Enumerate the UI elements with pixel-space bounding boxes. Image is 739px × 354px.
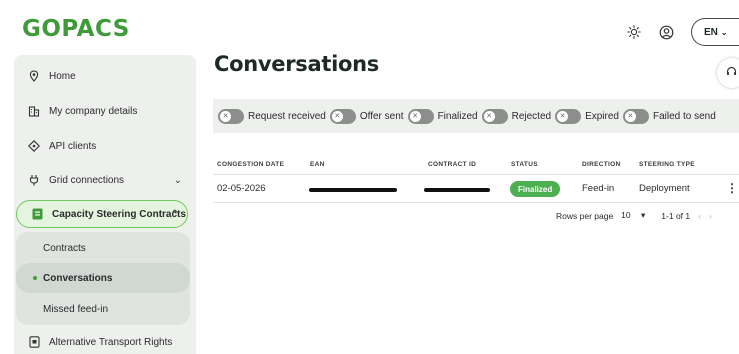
user-circle-icon[interactable] (653, 19, 679, 45)
column-header-steering-type[interactable]: STEERING TYPE (639, 161, 695, 168)
column-header-ean[interactable]: EAN (310, 161, 325, 168)
sidebar-item-label: Capacity Steering Contracts (52, 208, 186, 220)
pagination: Rows per page 10 ▾ 1-1 of 1 ‹ › (556, 210, 720, 221)
language-label: EN (704, 26, 718, 38)
filter-label: Offer sent (359, 110, 404, 122)
topbar-actions: EN ⌄ (621, 18, 739, 46)
column-header-status[interactable]: STATUS (511, 161, 538, 168)
sidebar-item-api-clients[interactable]: API clients (14, 132, 196, 160)
sidebar-item-grid-connections[interactable]: Grid connections ⌄ (14, 166, 196, 194)
sidebar: Home My company details API clients Grid… (14, 55, 196, 354)
active-dot-icon (33, 276, 37, 280)
headset-icon (726, 64, 737, 82)
filter-label: Failed to send (652, 110, 716, 122)
sidebar-item-company-details[interactable]: My company details (14, 97, 196, 125)
filter-finalized[interactable]: ✕ Finalized (407, 108, 478, 124)
rows-per-page-value: 10 (621, 210, 631, 220)
sidebar-item-alternative-transport-rights[interactable]: Alternative Transport Rights (14, 328, 196, 354)
filter-rejected[interactable]: ✕ Rejected (481, 108, 552, 124)
filter-toggle[interactable]: ✕ (622, 108, 649, 124)
sidebar-item-label: My company details (49, 105, 138, 117)
gopacs-logo[interactable]: GOPACS (22, 16, 130, 42)
sun-icon[interactable] (621, 19, 647, 45)
column-header-congestion-date[interactable]: CONGESTION DATE (217, 161, 284, 168)
api-icon (27, 139, 41, 153)
cell-congestion-date: 02-05-2026 (217, 183, 266, 194)
sidebar-subitem-conversations[interactable]: Conversations (16, 263, 190, 293)
table-row[interactable]: 02-05-2026 Finalized Feed-in Deployment … (213, 175, 739, 203)
filter-failed-to-send[interactable]: ✕ Failed to send (622, 108, 716, 124)
chevron-down-icon: ▾ (641, 210, 646, 220)
submenu-capacity-steering: Contracts Conversations Missed feed-in (16, 232, 190, 325)
x-icon: ✕ (331, 110, 343, 122)
more-vertical-icon[interactable]: ⋮ (726, 181, 738, 195)
rows-per-page-select[interactable]: 10 ▾ (621, 210, 653, 221)
rows-per-page-label: Rows per page (556, 210, 614, 221)
x-icon: ✕ (483, 110, 495, 122)
sidebar-subitem-missed-feed-in[interactable]: Missed feed-in (16, 294, 190, 324)
column-header-contract-id[interactable]: CONTRACT ID (428, 161, 476, 168)
sidebar-subitem-label: Missed feed-in (43, 303, 109, 315)
redacted-ean (309, 188, 397, 192)
chevron-right-icon[interactable]: › (709, 211, 712, 221)
contract-icon (30, 207, 44, 221)
chevron-down-icon: ⌄ (720, 27, 728, 37)
chevron-up-icon: ⌃ (170, 208, 179, 220)
help-button[interactable] (717, 58, 739, 88)
sidebar-item-home[interactable]: Home (14, 62, 196, 90)
filter-toggle[interactable]: ✕ (329, 108, 356, 124)
filter-expired[interactable]: ✕ Expired (555, 108, 619, 124)
filter-toggle[interactable]: ✕ (481, 108, 508, 124)
sidebar-subitem-label: Contracts (43, 242, 86, 254)
cell-steering-type: Deployment (639, 183, 690, 194)
sidebar-item-label: Home (49, 70, 76, 82)
x-icon: ✕ (220, 110, 231, 122)
status-filter-bar: ✕ Request received ✕ Offer sent ✕ Finali… (213, 99, 739, 133)
filter-label: Finalized (437, 110, 478, 122)
chevron-left-icon[interactable]: ‹ (698, 211, 701, 221)
sidebar-item-label: Grid connections (49, 174, 125, 186)
filter-toggle[interactable]: ✕ (555, 108, 582, 124)
cell-direction: Feed-in (582, 183, 615, 194)
column-header-direction[interactable]: DIRECTION (582, 161, 620, 168)
plug-icon (27, 173, 41, 187)
x-icon: ✕ (624, 110, 636, 122)
filter-label: Request received (248, 110, 326, 122)
sidebar-item-label: API clients (49, 140, 97, 152)
sidebar-item-label: Alternative Transport Rights (49, 336, 173, 348)
filter-toggle[interactable]: ✕ (218, 108, 244, 124)
sidebar-subitem-label: Conversations (43, 272, 113, 284)
sidebar-item-capacity-steering-contracts[interactable]: Capacity Steering Contracts ⌃ (16, 200, 188, 228)
x-icon: ✕ (557, 110, 569, 122)
filter-label: Rejected (511, 110, 552, 122)
chevron-down-icon: ⌄ (173, 174, 182, 186)
filter-offer-sent[interactable]: ✕ Offer sent (329, 108, 404, 124)
sidebar-subitem-contracts[interactable]: Contracts (16, 233, 190, 263)
page-title: Conversations (214, 52, 379, 76)
filter-label: Expired (585, 110, 619, 122)
table-header: CONGESTION DATE EAN CONTRACT ID STATUS D… (213, 155, 739, 175)
location-pin-icon (27, 69, 41, 83)
pagination-range: 1-1 of 1 (661, 210, 691, 221)
filter-request-received[interactable]: ✕ Request received (218, 108, 326, 124)
document-icon (27, 335, 41, 349)
filter-toggle[interactable]: ✕ (407, 108, 434, 124)
conversations-table: CONGESTION DATE EAN CONTRACT ID STATUS D… (213, 155, 739, 203)
redacted-contract-id (424, 188, 490, 192)
building-icon (27, 104, 41, 118)
status-badge: Finalized (510, 181, 561, 197)
x-icon: ✕ (409, 110, 421, 122)
language-selector[interactable]: EN ⌄ (691, 18, 739, 46)
